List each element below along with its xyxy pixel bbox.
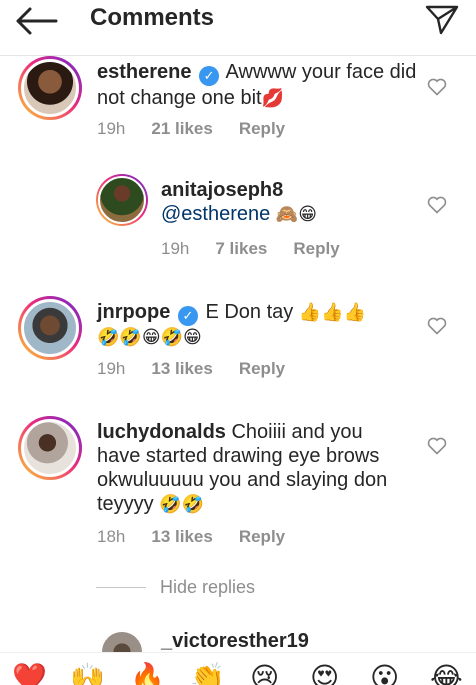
avatar-image	[21, 299, 79, 357]
share-button[interactable]	[424, 4, 460, 36]
comment-time: 19h	[97, 359, 126, 378]
comment-body-line2: have started drawing eye brows	[97, 445, 380, 467]
raised-hands-emoji-button[interactable]: 🙌	[70, 663, 105, 685]
comment-time: 19h	[97, 119, 126, 138]
comment-body-line3: okwuluuuuu you and slaying don	[97, 469, 388, 491]
comment-time: 18h	[97, 527, 126, 546]
page-title: Comments	[90, 4, 215, 31]
comment-body: E Don tay	[205, 301, 294, 323]
avatar-image	[21, 419, 79, 477]
comment-likes[interactable]: 21 likes	[151, 119, 212, 138]
back-button[interactable]	[14, 6, 58, 36]
comment-emoji-line: 🤣🤣😁🤣😁	[97, 327, 202, 348]
comment-emoji: 💋	[261, 88, 285, 109]
heart-outline-icon[interactable]	[427, 317, 447, 335]
avatar-image	[21, 59, 79, 117]
fire-emoji-button[interactable]: 🔥	[130, 663, 165, 685]
paper-plane-icon	[425, 5, 459, 35]
mention-link[interactable]: @estherene	[161, 203, 270, 225]
comment-username[interactable]: anitajoseph8	[161, 178, 421, 202]
emoji-reaction-bar: ❤️ 🙌 🔥 👏 😢 😍 😮 😂	[0, 652, 476, 685]
comment-luchydonalds: luchydonalds Choiiii and you have starte…	[0, 416, 476, 556]
comment-time: 19h	[161, 239, 190, 258]
reply-button[interactable]: Reply	[239, 527, 285, 546]
comment-meta: 19h 13 likes Reply	[97, 359, 311, 379]
comment-emoji: 👍👍👍	[298, 302, 367, 323]
comment-text: jnrpope ✓ E Don tay 👍👍👍 🤣🤣😁🤣😁	[97, 300, 417, 350]
avatar[interactable]	[18, 56, 82, 120]
reply-button[interactable]: Reply	[239, 119, 285, 138]
comment-jnrpope: jnrpope ✓ E Don tay 👍👍👍 🤣🤣😁🤣😁 19h 13 like…	[0, 296, 476, 396]
avatar[interactable]	[18, 296, 82, 360]
heart-outline-icon[interactable]	[427, 78, 447, 96]
reply-button[interactable]: Reply	[293, 239, 339, 258]
laughing-emoji-button[interactable]: 😂	[430, 663, 463, 685]
comment-username[interactable]: jnrpope	[97, 301, 170, 323]
comment-likes[interactable]: 7 likes	[215, 239, 267, 258]
comment-text: estherene ✓ Awwww your face did not chan…	[97, 60, 417, 111]
heart-eyes-emoji-button[interactable]: 😍	[310, 663, 339, 685]
divider-line	[96, 587, 146, 588]
comment-meta: 18h 13 likes Reply	[97, 527, 311, 547]
comment-emoji: 🙈😁	[275, 204, 318, 225]
sad-emoji-button[interactable]: 😢	[250, 663, 279, 685]
reply-button[interactable]: Reply	[239, 359, 285, 378]
comment-meta: 19h 7 likes Reply	[161, 239, 366, 259]
verified-badge-icon: ✓	[177, 306, 198, 326]
comment-estherene: estherene ✓ Awwww your face did not chan…	[0, 56, 476, 156]
reply-anitajoseph8: anitajoseph8 @estherene 🙈😁 19h 7 likes Rep…	[0, 172, 476, 272]
avatar[interactable]	[100, 630, 144, 652]
comment-body-line1: Choiiii and you	[231, 421, 363, 443]
surprised-emoji-button[interactable]: 😮	[370, 663, 399, 685]
comment-username[interactable]: _victoresther19	[161, 630, 309, 652]
comment-username[interactable]: estherene	[97, 61, 192, 83]
comment-body-line4: teyyyy	[97, 493, 154, 515]
arrow-left-icon	[16, 7, 58, 35]
comment-text: anitajoseph8 @estherene 🙈😁	[161, 178, 421, 227]
avatar[interactable]	[96, 174, 148, 226]
avatar[interactable]	[18, 416, 82, 480]
verified-badge-icon: ✓	[199, 66, 220, 86]
comment-meta: 19h 21 likes Reply	[97, 119, 311, 139]
comment-text: _victoresther19	[161, 630, 309, 652]
avatar-image	[98, 176, 146, 224]
comment-likes[interactable]: 13 likes	[151, 359, 212, 378]
comment-text: luchydonalds Choiiii and you have starte…	[97, 420, 427, 517]
comments-header: Comments	[0, 0, 476, 56]
comment-emoji: 🤣🤣	[159, 494, 205, 515]
comment-username[interactable]: luchydonalds	[97, 421, 226, 443]
heart-emoji-button[interactable]: ❤️	[12, 663, 47, 685]
heart-outline-icon[interactable]	[427, 437, 447, 455]
avatar-image	[100, 630, 144, 652]
clap-emoji-button[interactable]: 👏	[190, 663, 225, 685]
comment-likes[interactable]: 13 likes	[151, 527, 212, 546]
reply-victoresther19: _victoresther19	[0, 630, 476, 652]
heart-outline-icon[interactable]	[427, 196, 447, 214]
hide-replies-label: Hide replies	[160, 577, 256, 597]
